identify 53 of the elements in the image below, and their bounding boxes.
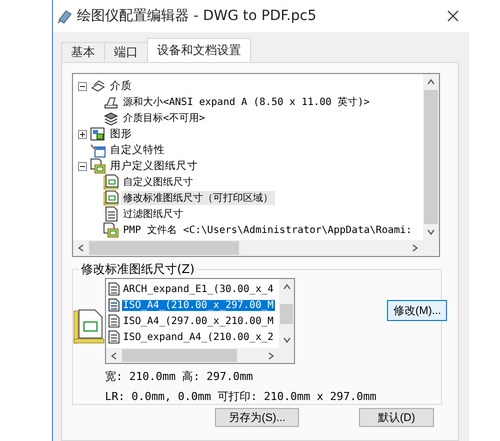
paper-icon — [103, 190, 119, 206]
scroll-right-icon[interactable] — [267, 352, 275, 360]
modify-button[interactable]: 修改(M)... — [387, 300, 448, 321]
layers-icon — [103, 110, 119, 126]
paper-stack-icon — [90, 158, 106, 174]
tree-item[interactable]: 源和大小<ANSI expand A (8.50 x 11.00 英寸)> — [121, 95, 372, 109]
group-label: 修改标准图纸尺寸(Z) — [79, 261, 197, 278]
document-icon — [103, 206, 119, 222]
default-button[interactable]: 默认(D) — [359, 408, 434, 427]
tree-item[interactable]: 自定义图纸尺寸 — [121, 175, 195, 189]
scroll-up-icon[interactable] — [427, 78, 435, 86]
media-icon — [90, 78, 106, 94]
horizontal-scrollbar[interactable] — [73, 240, 423, 256]
tree-item[interactable]: 介质目标<不可用> — [121, 111, 208, 125]
printable-area-text: LR: 0.0mm, 0.0mm 可打印: 210.0mm x 297.0mm — [105, 389, 376, 404]
tree-item[interactable]: 介质 — [108, 79, 134, 93]
collapse-icon[interactable] — [78, 162, 87, 170]
save-as-button[interactable]: 另存为(S)... — [215, 408, 299, 427]
tree-item[interactable]: 用户定义图纸尺寸 — [108, 159, 200, 173]
vertical-scrollbar[interactable] — [423, 74, 439, 240]
tree-item[interactable]: 修改标准图纸尺寸（可打印区域） — [121, 191, 275, 205]
scroll-left-icon[interactable] — [110, 352, 118, 360]
tab[interactable]: 基本 — [61, 42, 105, 62]
vertical-scrollbar[interactable] — [279, 279, 294, 348]
tree-item[interactable]: 图形 — [108, 127, 134, 141]
horizontal-scrollbar[interactable] — [106, 348, 279, 363]
list-item[interactable]: ISO_A4_(210.00_x_297.00_M — [122, 300, 275, 310]
list-item[interactable]: ISO_A4_(297.00_x_210.00_M — [122, 316, 275, 326]
tree-item[interactable]: PMP 文件名 <C:\Users\Administrator\AppData\Roami: — [121, 223, 414, 237]
scroll-down-icon[interactable] — [427, 228, 435, 236]
scroll-down-icon[interactable] — [282, 336, 290, 344]
paper-stack-icon — [103, 222, 119, 238]
collapse-icon[interactable] — [78, 82, 87, 90]
document-icon — [108, 330, 120, 344]
window-title: 绘图仪配置编辑器 - DWG to PDF.pc5 — [77, 7, 318, 25]
scroll-left-icon[interactable] — [77, 244, 85, 252]
tree-item[interactable]: 自定义特性 — [108, 143, 167, 157]
list-item[interactable]: ISO_expand_A4_(210.00_x_2 — [122, 332, 275, 342]
document-icon — [108, 282, 120, 296]
list-item[interactable]: ARCH_expand_E1_(30.00_x_4 — [122, 284, 275, 294]
expand-icon[interactable] — [78, 130, 87, 138]
tab[interactable]: 设备和文档设置 — [147, 38, 251, 62]
scroll-right-icon[interactable] — [411, 244, 419, 252]
picture-icon — [90, 126, 106, 142]
paper-icon — [103, 174, 119, 190]
document-icon — [108, 314, 120, 328]
paper-size-icon — [73, 308, 105, 344]
scroll-up-icon[interactable] — [282, 283, 290, 291]
paper-size-list[interactable]: ARCH_expand_E1_(30.00_x_4 ISO_A4_(210.00_x_297.00_M ISO_A4_(297.00_x_210.00_M ISO_expand_A4_(210.00_x_2 — [105, 278, 295, 364]
dimensions-text: 宽: 210.0mm 高: 297.0mm — [105, 369, 254, 384]
window-icon — [90, 142, 106, 158]
document-icon — [108, 298, 120, 312]
tree-item[interactable]: 过滤图纸尺寸 — [121, 207, 185, 221]
